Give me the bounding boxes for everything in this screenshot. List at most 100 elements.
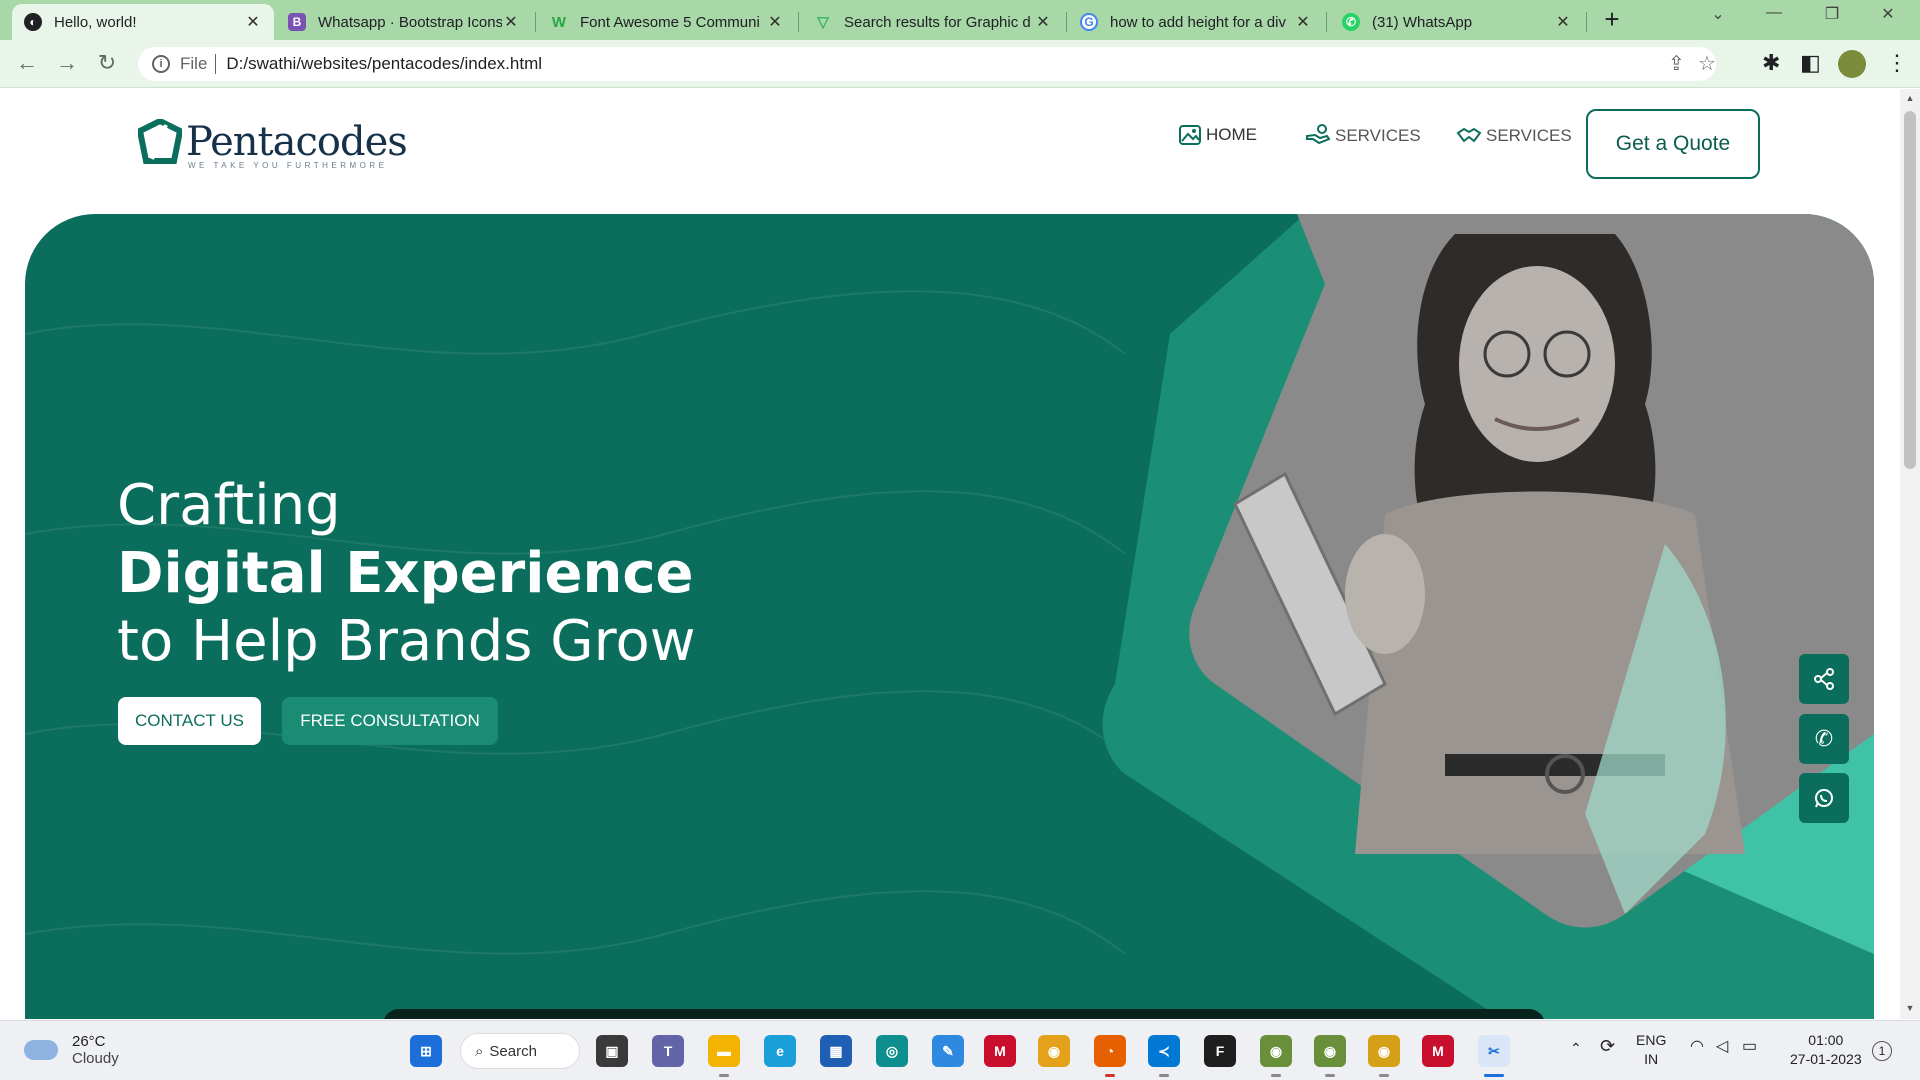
bootstrap-icon: B bbox=[288, 13, 306, 31]
tab-title: Font Awesome 5 Communi bbox=[580, 13, 760, 31]
headline-line-3: to Help Brands Grow bbox=[117, 609, 696, 674]
free-consultation-button[interactable]: FREE CONSULTATION bbox=[282, 697, 498, 745]
chrome-profile-icon[interactable]: ◉ bbox=[1260, 1035, 1292, 1067]
running-indicator bbox=[1105, 1074, 1115, 1077]
tab-title: (31) WhatsApp bbox=[1372, 13, 1473, 31]
v-icon: ▽ bbox=[817, 14, 829, 31]
extensions-icon[interactable]: ✱ bbox=[1762, 50, 1780, 76]
wifi-icon[interactable]: ◠ bbox=[1690, 1037, 1704, 1056]
address-bar: ← → ↻ i File D:/swathi/websites/pentacod… bbox=[0, 40, 1920, 88]
sync-icon[interactable]: ⟳ bbox=[1600, 1037, 1615, 1056]
headline-line-1: Crafting bbox=[117, 473, 341, 538]
close-tab-icon[interactable]: ✕ bbox=[1034, 12, 1052, 32]
nav-services-2[interactable]: SERVICES bbox=[1456, 123, 1572, 149]
close-tab-icon[interactable]: ✕ bbox=[1294, 12, 1312, 32]
tab-whatsapp[interactable]: ✆ (31) WhatsApp ✕ bbox=[1330, 4, 1584, 40]
mcafee-icon-2[interactable]: M bbox=[1422, 1035, 1454, 1067]
running-indicator bbox=[1271, 1074, 1281, 1077]
info-icon[interactable]: i bbox=[152, 55, 170, 73]
running-indicator bbox=[1325, 1074, 1335, 1077]
mcafee-icon[interactable]: M bbox=[984, 1035, 1016, 1067]
close-tab-icon[interactable]: ✕ bbox=[1554, 12, 1572, 32]
tab-google-search[interactable]: G how to add height for a div ✕ bbox=[1068, 4, 1324, 40]
tab-separator bbox=[535, 12, 536, 32]
tab-font-awesome[interactable]: W Font Awesome 5 Communi ✕ bbox=[538, 4, 796, 40]
nav-services-2-label: SERVICES bbox=[1486, 126, 1572, 145]
teams-icon[interactable]: T bbox=[652, 1035, 684, 1067]
minimize-icon[interactable]: — bbox=[1754, 4, 1794, 22]
w-icon: W bbox=[551, 13, 567, 31]
taskbar-search[interactable]: ⌕ Search bbox=[460, 1033, 580, 1069]
windows-taskbar: 26°C Cloudy ⊞ ⌕ Search ▣ T ▬ e ▦ ◎ ✎ M ◉… bbox=[0, 1020, 1920, 1080]
vscode-icon[interactable]: ≺ bbox=[1148, 1035, 1180, 1067]
nav-services[interactable]: SERVICES bbox=[1305, 123, 1421, 149]
scroll-up-icon[interactable]: ▲ bbox=[1904, 93, 1916, 103]
site-logo[interactable]: Pentacodes WE TAKE YOU FURTHERMORE bbox=[138, 119, 408, 170]
scrollbar-thumb[interactable] bbox=[1904, 111, 1916, 469]
clock[interactable]: 01:00 27-01-2023 bbox=[1790, 1031, 1862, 1069]
tab-separator bbox=[1326, 12, 1327, 32]
edge-icon[interactable]: e bbox=[764, 1035, 796, 1067]
reload-icon[interactable]: ↻ bbox=[92, 48, 122, 78]
task-view-icon[interactable]: ▣ bbox=[596, 1035, 628, 1067]
chat-icon[interactable]: ✎ bbox=[932, 1035, 964, 1067]
snipping-tool-icon[interactable]: ✂ bbox=[1478, 1035, 1510, 1067]
chrome-icon[interactable]: ◉ bbox=[1038, 1035, 1070, 1067]
tab-bootstrap-icons[interactable]: B Whatsapp · Bootstrap Icons ✕ bbox=[276, 4, 532, 40]
store-icon[interactable]: ▦ bbox=[820, 1035, 852, 1067]
close-window-icon[interactable]: ✕ bbox=[1868, 4, 1908, 24]
bookmark-star-icon[interactable]: ☆ bbox=[1698, 51, 1716, 76]
show-hidden-icons[interactable]: ⌃ bbox=[1570, 1039, 1582, 1058]
phone-icon[interactable]: ✆ bbox=[1799, 714, 1849, 764]
notification-badge[interactable]: 1 bbox=[1872, 1041, 1892, 1061]
tab-hello-world[interactable]: ◐ Hello, world! ✕ bbox=[12, 4, 274, 40]
hero-section: Crafting Digital Experience to Help Bran… bbox=[25, 214, 1874, 1019]
start-windows-icon[interactable]: ⊞ bbox=[410, 1035, 442, 1067]
url-text[interactable]: D:/swathi/websites/pentacodes/index.html bbox=[226, 54, 542, 74]
language-indicator[interactable]: ENG IN bbox=[1636, 1031, 1666, 1069]
file-explorer-icon[interactable]: ▬ bbox=[708, 1035, 740, 1067]
chrome-icon-2[interactable]: ◉ bbox=[1368, 1035, 1400, 1067]
firefox-icon[interactable]: ◔ bbox=[1094, 1035, 1126, 1067]
running-indicator bbox=[1159, 1074, 1169, 1077]
close-tab-icon[interactable]: ✕ bbox=[244, 12, 262, 32]
figma-icon[interactable]: F bbox=[1204, 1035, 1236, 1067]
side-panel-icon[interactable]: ◧ bbox=[1800, 50, 1821, 76]
nav-home[interactable]: HOME bbox=[1178, 123, 1257, 147]
restore-icon[interactable]: ❐ bbox=[1812, 4, 1852, 24]
contact-us-button[interactable]: CONTACT US bbox=[118, 697, 261, 745]
app-icon[interactable]: ◎ bbox=[876, 1035, 908, 1067]
share-icon[interactable] bbox=[1799, 654, 1849, 704]
profile-avatar[interactable] bbox=[1838, 50, 1866, 78]
pentacodes-logo-icon bbox=[138, 119, 182, 164]
new-tab-button[interactable]: + bbox=[1598, 6, 1626, 34]
close-tab-icon[interactable]: ✕ bbox=[502, 12, 520, 32]
whatsapp-icon: ✆ bbox=[1342, 13, 1360, 31]
whatsapp-icon[interactable] bbox=[1799, 773, 1849, 823]
tab-title: how to add height for a div bbox=[1110, 13, 1286, 31]
weather-widget[interactable]: 26°C Cloudy bbox=[24, 1033, 119, 1067]
volume-icon[interactable]: ◁ bbox=[1716, 1037, 1728, 1056]
share-page-icon[interactable]: ⇪ bbox=[1668, 51, 1685, 76]
page-scrollbar[interactable]: ▲ ▼ bbox=[1900, 89, 1920, 1019]
get-a-quote-button[interactable]: Get a Quote bbox=[1586, 109, 1760, 179]
close-tab-icon[interactable]: ✕ bbox=[766, 12, 784, 32]
whatsapp-glyph bbox=[1815, 789, 1833, 808]
menu-kebab-icon[interactable]: ⋮ bbox=[1886, 50, 1908, 76]
tab-separator bbox=[1066, 12, 1067, 32]
weather-condition: Cloudy bbox=[72, 1050, 119, 1067]
scroll-down-icon[interactable]: ▼ bbox=[1904, 1003, 1916, 1013]
forward-icon[interactable]: → bbox=[52, 48, 82, 78]
logo-wordmark: Pentacodes bbox=[186, 119, 408, 165]
globe-icon: ◐ bbox=[24, 13, 42, 31]
tab-search-results[interactable]: ▽ Search results for Graphic d ✕ bbox=[802, 4, 1064, 40]
omnibox[interactable]: i File D:/swathi/websites/pentacodes/ind… bbox=[138, 47, 1716, 81]
back-icon[interactable]: ← bbox=[12, 48, 42, 78]
cloud-icon bbox=[24, 1040, 58, 1060]
clock-time: 01:00 bbox=[1808, 1032, 1844, 1048]
battery-icon[interactable]: ▭ bbox=[1742, 1037, 1757, 1056]
weather-temp: 26°C bbox=[72, 1033, 106, 1050]
hand-icon bbox=[1306, 124, 1331, 145]
chrome-profile-icon-2[interactable]: ◉ bbox=[1314, 1035, 1346, 1067]
tab-search-icon[interactable]: ⌄ bbox=[1698, 4, 1738, 24]
